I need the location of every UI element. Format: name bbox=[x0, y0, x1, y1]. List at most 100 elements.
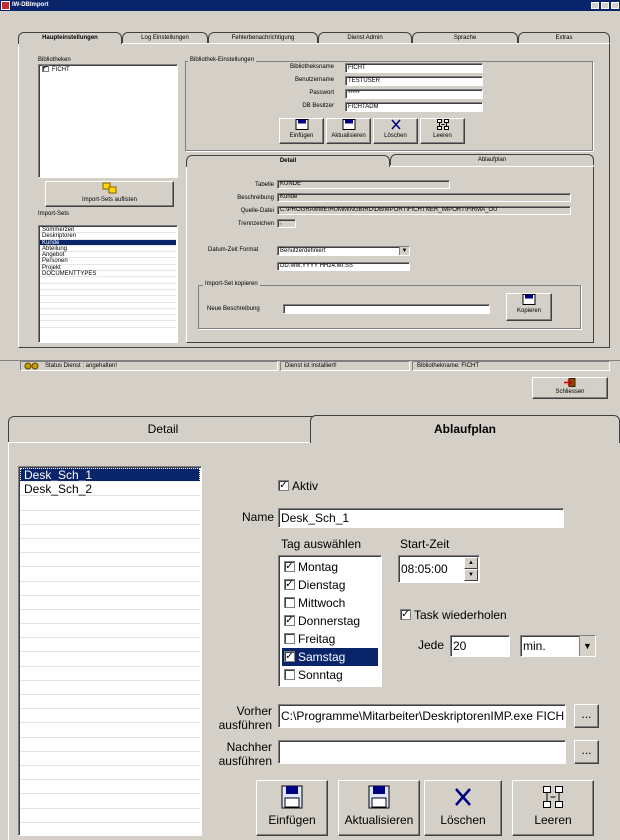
status-libname: Bibliothekname: FICHT bbox=[412, 361, 610, 371]
ablaufplan-zoom: Detail Ablaufplan Desk_Sch_1 Desk_Sch_2 ✓… bbox=[0, 412, 620, 840]
tab-sprache[interactable]: Sprache bbox=[412, 32, 518, 43]
empty-row bbox=[20, 681, 200, 695]
einfuegen-button-zoom[interactable]: Einfügen bbox=[256, 780, 328, 836]
empty-row bbox=[20, 496, 200, 511]
task-wiederholen-checkbox[interactable]: ✓ Task wiederholen bbox=[400, 608, 507, 622]
tabelle-label: Tabelle bbox=[254, 182, 274, 188]
kopieren-button[interactable]: Kopieren bbox=[506, 293, 552, 321]
bibliotheksname-input[interactable]: FICHT bbox=[345, 63, 483, 73]
beschreibung-input[interactable]: Kunde bbox=[277, 193, 571, 202]
maximize-button[interactable] bbox=[601, 2, 609, 9]
spin-down-button[interactable]: ▼ bbox=[464, 569, 478, 581]
passwort-input[interactable]: ***** bbox=[345, 89, 483, 99]
loeschen-button-zoom[interactable]: Löschen bbox=[424, 780, 502, 836]
name-input[interactable]: Desk_Sch_1 bbox=[278, 508, 564, 528]
trennzeichen-label: Trennzeichen bbox=[237, 221, 274, 227]
checkbox-unchecked-icon[interactable] bbox=[284, 597, 295, 609]
list-item[interactable]: Desk_Sch_2 bbox=[20, 482, 200, 497]
vorher-label: Vorher ausführen bbox=[218, 704, 272, 732]
aktualisieren-button[interactable]: Aktualisieren bbox=[326, 118, 371, 144]
tabelle-input[interactable]: KUNDE bbox=[277, 180, 450, 189]
checkbox-checked-icon[interactable]: ✓ bbox=[400, 609, 411, 621]
subtab-ablaufplan-zoom[interactable]: Ablaufplan bbox=[310, 415, 620, 443]
nachher-input[interactable] bbox=[278, 740, 566, 764]
trennzeichen-input[interactable]: ; bbox=[277, 219, 296, 228]
jede-input[interactable]: 20 bbox=[450, 635, 510, 657]
start-zeit-input[interactable]: 08:05:00 ▲ ▼ bbox=[398, 555, 480, 583]
list-sets-icon bbox=[102, 182, 116, 194]
subtab-detail-zoom[interactable]: Detail bbox=[8, 416, 318, 442]
day-option[interactable]: ✓ Dienstag bbox=[282, 576, 378, 594]
tag-auswaehlen-label: Tag auswählen bbox=[281, 537, 362, 551]
beschreibung-label: Beschreibung bbox=[237, 195, 274, 201]
loeschen-button[interactable]: Löschen bbox=[373, 118, 418, 144]
close-button[interactable] bbox=[611, 2, 619, 9]
app-icon bbox=[1, 1, 10, 10]
db-besitzer-input[interactable]: FICHTADM bbox=[345, 102, 483, 112]
benutzername-input[interactable]: TESTUSER bbox=[345, 76, 483, 86]
datum-zeit-format-select[interactable]: Benutzerdefiniert ▼ bbox=[277, 246, 410, 256]
spin-up-button[interactable]: ▲ bbox=[464, 557, 478, 569]
checkbox-checked-icon[interactable]: ✓ bbox=[284, 651, 295, 663]
leeren-button[interactable]: Leeren bbox=[420, 118, 465, 144]
empty-row bbox=[20, 553, 200, 568]
tab-haupteinstellungen[interactable]: Haupteinstellungen bbox=[18, 32, 122, 44]
day-option[interactable]: Sonntag bbox=[282, 666, 378, 684]
aktiv-checkbox[interactable]: ✓ Aktiv bbox=[278, 479, 318, 493]
nachher-browse-button[interactable]: ... bbox=[574, 740, 599, 764]
checkbox-checked-icon[interactable]: ✓ bbox=[284, 615, 295, 627]
schedule-list[interactable]: Desk_Sch_1 Desk_Sch_2 bbox=[18, 466, 202, 836]
day-option[interactable]: ✓ Samstag bbox=[282, 648, 378, 666]
checkbox-checked-icon[interactable]: ✓ bbox=[278, 480, 289, 492]
checkbox-checked-icon[interactable]: ✓ bbox=[284, 561, 295, 573]
tab-log-einstellungen[interactable]: Log Einstellungen bbox=[122, 32, 208, 43]
day-option[interactable]: ✓ Montag bbox=[282, 558, 378, 576]
einfuegen-button[interactable]: Einfügen bbox=[279, 118, 324, 144]
jede-label: Jede bbox=[417, 638, 444, 652]
day-option[interactable]: Freitag bbox=[282, 630, 378, 648]
tab-fehlerbenachrichtigung[interactable]: Fehlerbenachrichtigung bbox=[208, 32, 318, 43]
tab-extras[interactable]: Extras bbox=[518, 32, 610, 43]
tab-dienst-admin[interactable]: Dienst Admin bbox=[318, 32, 412, 43]
datum-zeit-pattern-input[interactable]: DD.MM.YYYY HH24:MI:SS bbox=[277, 262, 410, 271]
empty-row bbox=[20, 638, 200, 653]
floppy-icon bbox=[342, 119, 355, 130]
checkbox-checked-icon[interactable]: ✓ bbox=[42, 65, 49, 72]
checkbox-checked-icon[interactable]: ✓ bbox=[284, 579, 295, 591]
days-list[interactable]: ✓ Montag ✓ Dienstag Mittwoch ✓ Donnerstag Freit… bbox=[278, 555, 382, 687]
empty-row bbox=[20, 511, 200, 525]
vorher-input[interactable]: C:\Programme\Mitarbeiter\DeskriptorenIMP… bbox=[278, 704, 566, 728]
quelle-datei-input[interactable]: C:\PROGRAMME\HUMMINGBIRD\DBIMPORT\FICHTN… bbox=[277, 206, 571, 215]
aktualisieren-button-zoom[interactable]: Aktualisieren bbox=[338, 780, 420, 836]
day-option[interactable]: ✓ Donnerstag bbox=[282, 612, 378, 630]
chevron-down-icon[interactable]: ▼ bbox=[399, 247, 409, 255]
neue-beschreibung-label: Neue Beschreibung bbox=[207, 306, 260, 312]
neue-beschreibung-input[interactable] bbox=[283, 304, 490, 314]
checkbox-unchecked-icon[interactable] bbox=[284, 669, 295, 681]
empty-row bbox=[40, 321, 176, 328]
chevron-down-icon[interactable]: ▼ bbox=[579, 636, 595, 656]
vorher-browse-button[interactable]: ... bbox=[574, 704, 599, 728]
empty-row bbox=[20, 596, 200, 610]
minimize-button[interactable] bbox=[591, 2, 599, 9]
subtab-ablaufplan[interactable]: Ablaufplan bbox=[390, 154, 594, 165]
leeren-button-zoom[interactable]: Leeren bbox=[512, 780, 594, 836]
empty-row bbox=[20, 567, 200, 582]
benutzername-label: Benutzername bbox=[294, 77, 334, 83]
list-item[interactable]: ✓ FICHT bbox=[40, 65, 176, 73]
status-service: Status Dienst : angehalten! bbox=[20, 361, 278, 371]
status-installed: Dienst ist installiert! bbox=[280, 361, 410, 371]
import-sets-auflisten-button[interactable]: Import-Sets auflisten bbox=[45, 181, 174, 207]
empty-row bbox=[20, 652, 200, 667]
checkbox-unchecked-icon[interactable] bbox=[284, 633, 295, 645]
schliessen-button[interactable]: Schliessen bbox=[532, 377, 608, 399]
empty-row bbox=[20, 780, 200, 795]
empty-row bbox=[20, 695, 200, 710]
datum-zeit-format-label: Datum-Zeit Format bbox=[208, 247, 259, 253]
unit-select[interactable]: min. ▼ bbox=[520, 635, 596, 657]
list-item[interactable]: Desk_Sch_1 bbox=[20, 468, 200, 483]
bibliotheken-list[interactable]: ✓ FICHT bbox=[38, 64, 178, 178]
day-option[interactable]: Mittwoch bbox=[282, 594, 378, 612]
import-sets-list[interactable]: Sommerzeit Deskriptoren Kunde Abteilung Ange… bbox=[38, 225, 178, 343]
subtab-detail[interactable]: Detail bbox=[186, 155, 390, 167]
